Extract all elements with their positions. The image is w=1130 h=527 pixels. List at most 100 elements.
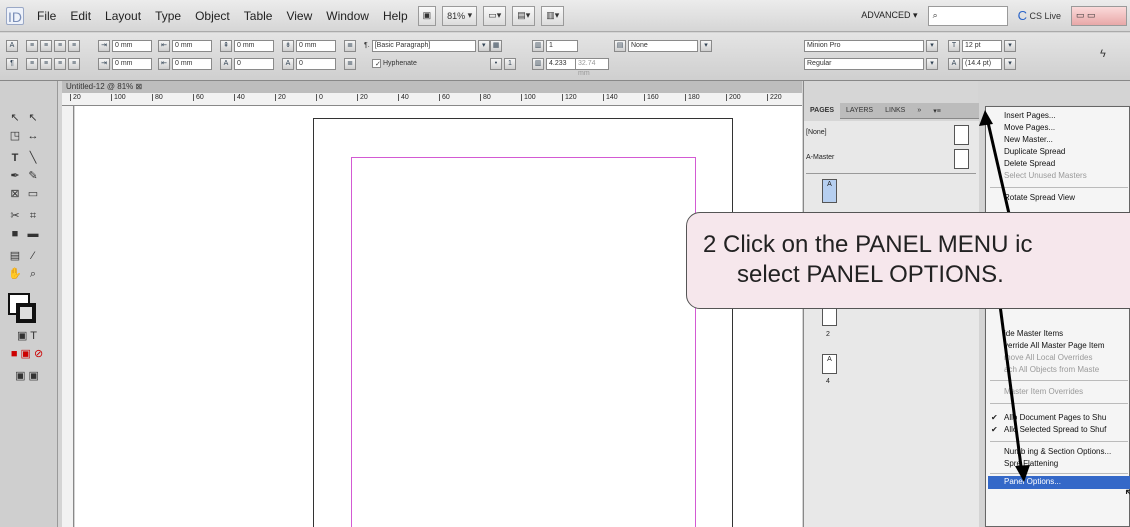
menu-table[interactable]: Table (237, 9, 280, 23)
right-indent-field[interactable]: ⇤ 0 mm (158, 39, 212, 52)
menu-item-allow-selected-spread-shuffle[interactable]: Allo Selected Spread to Shuf (1004, 425, 1106, 434)
text-indent-field[interactable]: 32.74 mm (575, 57, 609, 77)
menu-item-allow-master-overrides[interactable]: Master Item Overrides (1004, 387, 1083, 396)
menu-item-delete-spread[interactable]: Delete Spread (1004, 159, 1055, 168)
menu-item-new-master[interactable]: New Master... (1004, 135, 1053, 144)
font-size-field[interactable]: T 12 pt ▾ (948, 39, 1016, 52)
menu-layout[interactable]: Layout (98, 9, 148, 23)
menu-item-duplicate-spread[interactable]: Duplicate Spread (1004, 147, 1065, 156)
menu-help[interactable]: Help (376, 9, 415, 23)
dropcap-lines-field[interactable]: A0 (220, 57, 274, 70)
window-controls[interactable]: ▭ ▭ (1071, 5, 1127, 26)
a-master-thumbnail[interactable] (954, 149, 969, 169)
span-columns-dropdown[interactable]: ▤ None ▾ (614, 39, 712, 52)
bullets-button[interactable]: • 1 (490, 57, 516, 70)
a-master-label: A-Master (806, 154, 835, 161)
menu-item-hide-master-items[interactable]: ide Master Items (1004, 329, 1063, 338)
menu-item-detach-objects[interactable]: ach All Objects from Maste (1004, 365, 1099, 374)
zoom-tool-icon[interactable]: ⌕ (26, 267, 40, 281)
tab-links[interactable]: LINKS (879, 107, 911, 114)
baseline-grid-on-button[interactable]: ≣ (344, 57, 356, 70)
cs-live-button[interactable]: C CS Live (1014, 6, 1065, 26)
left-indent-field[interactable]: ⇥ 0 mm (98, 39, 152, 52)
first-line-indent-field[interactable]: ⇥ 0 mm (98, 57, 152, 70)
panel-menu-icon[interactable]: ▾≡ (927, 107, 947, 115)
leading-field[interactable]: A (14.4 pt) ▾ (948, 57, 1016, 70)
font-style-dropdown[interactable]: Regular ▾ (804, 57, 938, 70)
font-family-dropdown[interactable]: Minion Pro ▾ (804, 39, 938, 52)
rectangle-frame-tool-icon[interactable]: ⊠ (8, 187, 22, 201)
panel-collapse-icon[interactable]: » (911, 107, 927, 114)
menu-object[interactable]: Object (188, 9, 237, 23)
menu-item-panel-options[interactable]: Panel Options... (1004, 477, 1061, 486)
space-before-field[interactable]: ⇞ 0 mm (220, 39, 274, 52)
align-buttons[interactable]: ≡ ≡ ≡ ≡ (26, 39, 80, 52)
tab-layers[interactable]: LAYERS (840, 107, 879, 114)
menu-item-select-unused-masters[interactable]: Select Unused Masters (1004, 171, 1087, 180)
shading-button[interactable]: ▦ (490, 39, 502, 52)
eyedropper-tool-icon[interactable]: ⁄ (26, 249, 40, 263)
direct-selection-tool-icon[interactable]: ↖ (26, 111, 40, 125)
menu-edit[interactable]: Edit (63, 9, 98, 23)
right-indent-icon: ⇤ (158, 39, 170, 52)
page-3-thumbnail[interactable]: A (822, 354, 837, 374)
para-formatting-toggle[interactable]: ¶ (6, 57, 18, 70)
menu-item-override-master-items[interactable]: verride All Master Page Item (1004, 341, 1104, 350)
selection-tool-icon[interactable]: ↖ (8, 111, 22, 125)
close-icon[interactable]: ⊠ (136, 82, 143, 91)
stroke-swatch-icon[interactable] (16, 303, 36, 323)
line-tool-icon[interactable]: ╲ (26, 151, 40, 165)
rectangle-tool-icon[interactable]: ▭ (26, 187, 40, 201)
menu-view[interactable]: View (279, 9, 319, 23)
justify-buttons[interactable]: ≡ ≡ ≡ ≡ (26, 57, 80, 70)
space-after-field[interactable]: ⇟ 0 mm (282, 39, 336, 52)
page-1-thumbnail[interactable]: A (822, 179, 837, 203)
document-tab[interactable]: Untitled-12 @ 81% ⊠ (62, 81, 802, 93)
menu-item-rotate-spread-view[interactable]: Rotate Spread View (1004, 193, 1075, 202)
scissors-tool-icon[interactable]: ✂ (8, 209, 22, 223)
screen-mode-icon[interactable]: ▣ ▣ (12, 369, 42, 383)
char-formatting-toggle[interactable]: A (6, 39, 18, 52)
apply-color-icon[interactable]: ■ ▣ ⊘ (10, 347, 44, 361)
dropcap-chars-field[interactable]: A0 (282, 57, 336, 70)
screen-mode-button[interactable]: ▤▾ (512, 5, 536, 26)
menu-window[interactable]: Window (319, 9, 376, 23)
lightning-icon[interactable]: ϟ (1100, 47, 1106, 60)
ruler-label: 20 (70, 94, 81, 101)
note-tool-icon[interactable]: ▤ (8, 249, 22, 263)
menu-file[interactable]: File (30, 9, 63, 23)
menu-item-insert-pages[interactable]: Insert Pages... (1004, 111, 1056, 120)
view-options-button[interactable]: ▭▾ (483, 5, 507, 26)
hand-tool-icon[interactable]: ✋ (8, 267, 22, 281)
hyphenate-checkbox[interactable]: ✓ Hyphenate (372, 57, 417, 70)
type-tool-icon[interactable]: T (8, 151, 22, 165)
menu-type[interactable]: Type (148, 9, 188, 23)
menu-item-spread-flattening[interactable]: Spre Flattening (1004, 459, 1058, 468)
menu-item-remove-local-overrides[interactable]: move All Local Overrides (1004, 353, 1092, 362)
last-line-indent-field[interactable]: ⇤ 0 mm (158, 57, 212, 70)
gap-tool-icon[interactable]: ↔ (26, 129, 40, 143)
help-search-input[interactable]: ⌕ (927, 5, 1008, 26)
pencil-tool-icon[interactable]: ✎ (26, 169, 40, 183)
none-master-thumbnail[interactable] (954, 125, 969, 145)
paragraph-style-dropdown[interactable]: ¶. [Basic Paragraph] ▾ (364, 39, 490, 52)
page-tool-icon[interactable]: ◳ (8, 129, 22, 143)
page-2-thumbnail[interactable] (822, 306, 837, 326)
menu-item-numbering-section-options[interactable]: Numb ing & Section Options... (1004, 447, 1111, 456)
arrange-documents-button[interactable]: ▥▾ (541, 5, 565, 26)
formatting-affects-icon[interactable]: ▣ T (14, 329, 40, 343)
bridge-button[interactable]: ▣ (417, 5, 437, 26)
columns-field[interactable]: ▥ 1 (532, 39, 578, 52)
menu-item-move-pages[interactable]: Move Pages... (1004, 123, 1055, 132)
pen-tool-icon[interactable]: ✒ (8, 169, 22, 183)
gradient-swatch-tool-icon[interactable]: ■ (8, 227, 22, 241)
view-options-icon: ▭▾ (488, 10, 502, 20)
column-gutter-field[interactable]: ▥ 4.233 (532, 57, 578, 70)
zoom-level-dropdown[interactable]: 81% ▾ (442, 5, 478, 26)
tab-pages[interactable]: PAGES (804, 102, 840, 119)
free-transform-tool-icon[interactable]: ⌗ (26, 209, 40, 223)
baseline-grid-off-button[interactable]: ≣ (344, 39, 356, 52)
gradient-feather-tool-icon[interactable]: ▬ (26, 227, 40, 241)
workspace-switcher[interactable]: ADVANCED ▾ (854, 10, 924, 21)
menu-item-allow-document-pages-shuffle[interactable]: Allo Document Pages to Shu (1004, 413, 1106, 422)
